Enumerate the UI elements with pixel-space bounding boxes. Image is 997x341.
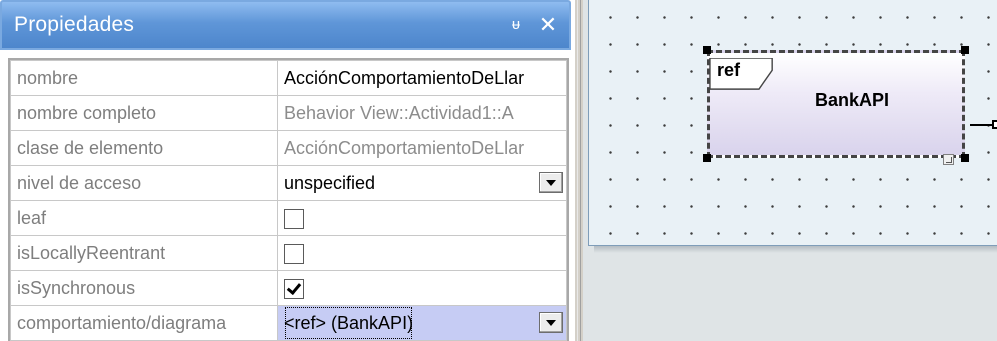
- dropdown-arrow-icon[interactable]: [539, 172, 563, 193]
- property-name: clase de elemento: [10, 130, 278, 166]
- property-name: nombre completo: [10, 95, 278, 131]
- property-grid: nombre AcciónComportamientoDeLlar nombre…: [8, 58, 569, 341]
- property-row-comportamiento-diagrama: comportamiento/diagrama <ref> (BankAPI): [10, 305, 567, 341]
- output-pin-line: [970, 124, 994, 126]
- selection-handle[interactable]: [703, 154, 711, 162]
- leaf-checkbox[interactable]: [284, 208, 304, 229]
- property-name: leaf: [10, 200, 278, 236]
- resize-grip-icon[interactable]: [943, 154, 954, 165]
- close-icon[interactable]: ✕: [536, 12, 560, 38]
- behavior-diagram-select[interactable]: <ref> (BankAPI): [277, 305, 567, 341]
- selection-handle[interactable]: [961, 154, 969, 162]
- property-value-readonly: AcciónComportamientoDeLlar: [277, 130, 567, 166]
- panel-splitter[interactable]: [575, 0, 583, 341]
- select-value: <ref> (BankAPI): [284, 307, 413, 340]
- property-row-clase-de-elemento: clase de elemento AcciónComportamientoDe…: [10, 130, 567, 166]
- diagram-canvas[interactable]: ref BankAPI: [588, 0, 997, 246]
- property-row-leaf: leaf: [10, 200, 567, 236]
- property-row-nombre-completo: nombre completo Behavior View::Actividad…: [10, 95, 567, 131]
- property-row-issynchronous: isSynchronous: [10, 270, 567, 306]
- property-value-text: AcciónComportamientoDeLlar: [284, 137, 525, 158]
- output-pin[interactable]: [992, 120, 997, 129]
- selection-handle[interactable]: [703, 46, 711, 54]
- property-name: isSynchronous: [10, 270, 278, 306]
- property-name: isLocallyReentrant: [10, 235, 278, 271]
- properties-panel: Propiedades ᵾ ✕ nombre AcciónComportamie…: [0, 0, 575, 341]
- selection-handle[interactable]: [961, 46, 969, 54]
- panel-header: Propiedades ᵾ ✕: [0, 0, 571, 50]
- canvas-shadow: [594, 246, 997, 253]
- property-value-text: Behavior View::Actividad1::A: [284, 102, 514, 123]
- node-name: BankAPI: [814, 90, 890, 110]
- diagram-area: ref BankAPI: [583, 0, 997, 341]
- dropdown-arrow-icon[interactable]: [539, 312, 563, 333]
- property-value-text: AcciónComportamientoDeLlar: [284, 67, 525, 88]
- panel-title: Propiedades: [14, 13, 135, 36]
- property-row-nivel-de-acceso: nivel de acceso unspecified: [10, 165, 567, 201]
- issynchronous-checkbox[interactable]: [284, 278, 304, 299]
- property-value-readonly: Behavior View::Actividad1::A: [277, 95, 567, 131]
- islocallyreentrant-checkbox[interactable]: [284, 243, 304, 264]
- property-row-islocallyreentrant: isLocallyReentrant: [10, 235, 567, 271]
- ref-tag: ref: [717, 60, 741, 80]
- property-name: nivel de acceso: [10, 165, 278, 201]
- property-row-nombre: nombre AcciónComportamientoDeLlar: [10, 60, 567, 96]
- access-level-select[interactable]: unspecified: [277, 165, 567, 201]
- property-value-input[interactable]: AcciónComportamientoDeLlar: [277, 60, 567, 96]
- call-behavior-action-node[interactable]: ref BankAPI: [703, 46, 997, 165]
- select-value: unspecified: [284, 173, 376, 193]
- property-name: comportamiento/diagrama: [10, 305, 278, 341]
- pin-icon[interactable]: ᵾ: [504, 12, 528, 38]
- property-name: nombre: [10, 60, 278, 96]
